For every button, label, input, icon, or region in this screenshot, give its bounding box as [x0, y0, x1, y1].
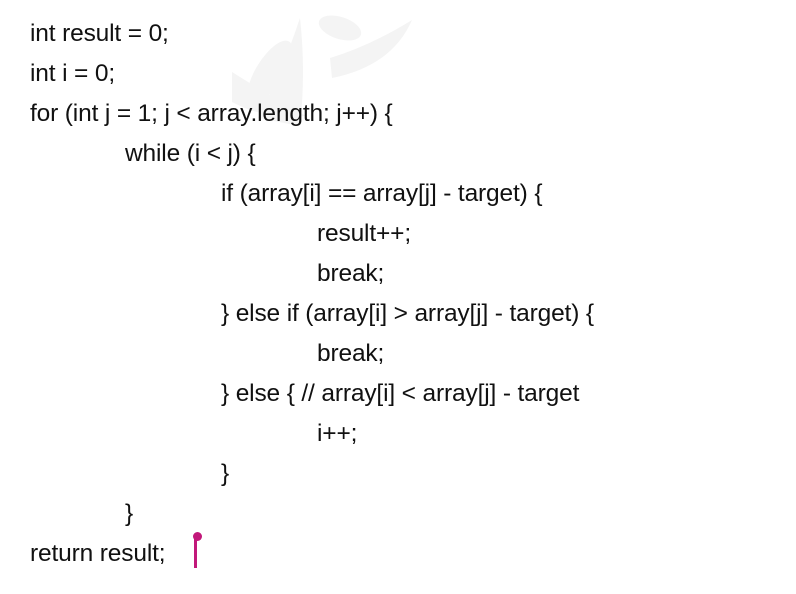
- code-line-11: i++;: [317, 420, 358, 447]
- code-line-7: break;: [317, 260, 385, 287]
- code-line-1: int result = 0;: [30, 20, 169, 47]
- code-line-5: if (array[i] == array[j] - target) {: [221, 180, 543, 207]
- code-line-10: } else { // array[i] < array[j] - target: [221, 380, 580, 407]
- code-line-8: } else if (array[i] > array[j] - target)…: [221, 300, 594, 327]
- caret-line[interactable]: [194, 536, 197, 568]
- code-line-6: result++;: [317, 220, 411, 247]
- code-line-3: for (int j = 1; j < array.length; j++) {: [30, 100, 393, 127]
- code-line-14: return result;: [30, 540, 166, 567]
- text-cursor-icon[interactable]: [193, 532, 205, 572]
- code-line-13: }: [125, 500, 134, 527]
- code-line-9: break;: [317, 340, 385, 367]
- code-editor[interactable]: int result = 0; int i = 0; for (int j = …: [0, 0, 796, 594]
- code-line-2: int i = 0;: [30, 60, 115, 87]
- code-line-4: while (i < j) {: [125, 140, 256, 167]
- code-line-12: }: [221, 460, 230, 487]
